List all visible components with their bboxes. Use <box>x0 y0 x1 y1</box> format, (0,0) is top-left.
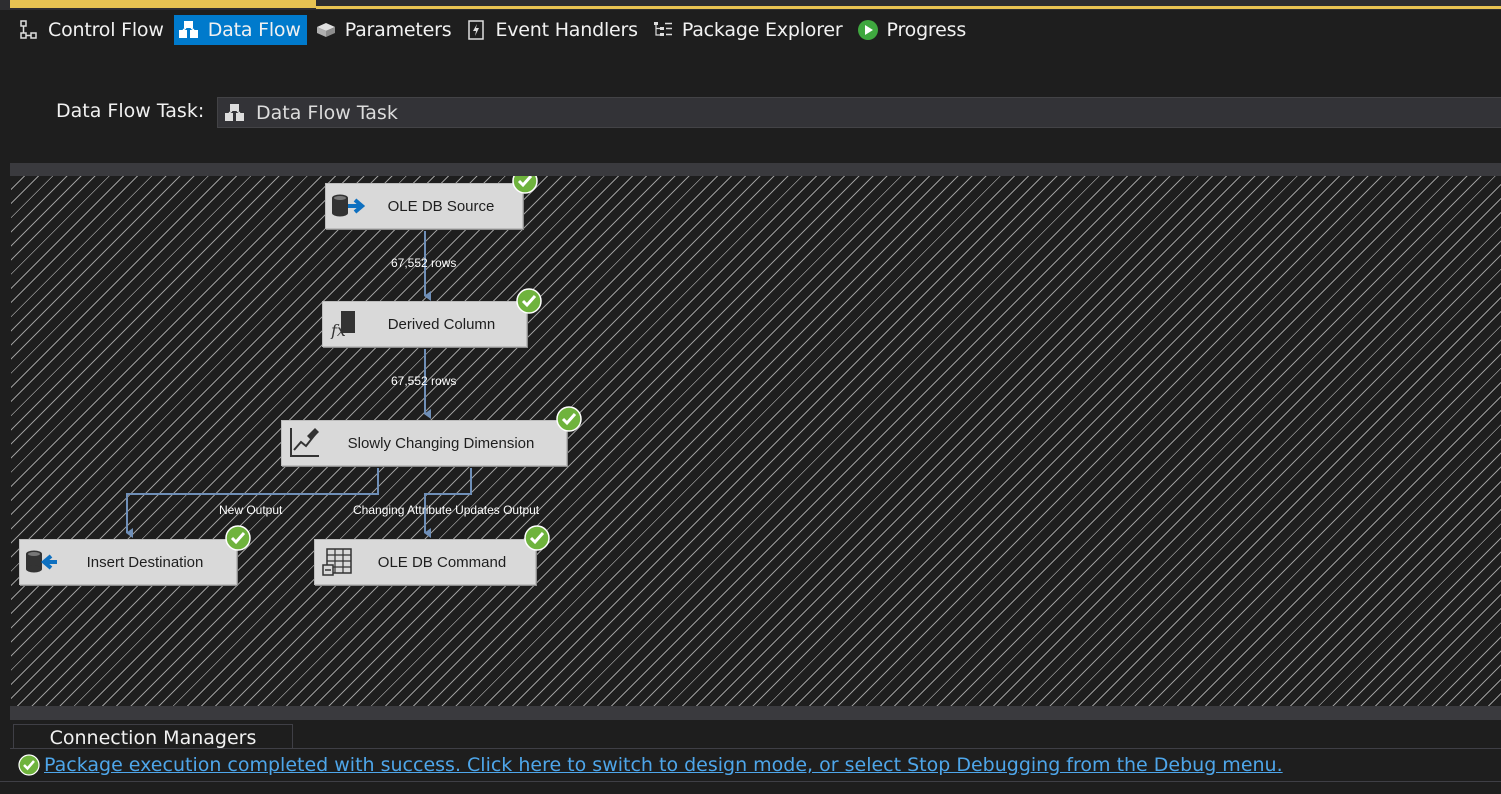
designer-separator <box>10 163 1501 176</box>
tab-label: Control Flow <box>48 19 164 41</box>
insert-destination-component[interactable]: Insert Destination <box>19 539 237 585</box>
data-flow-task-icon <box>224 103 246 123</box>
tab-label: Data Flow <box>207 19 301 41</box>
database-destination-icon <box>24 544 60 580</box>
tab-package-explorer[interactable]: Package Explorer <box>648 15 849 45</box>
tab-progress[interactable]: Progress <box>853 15 972 45</box>
tab-label: Package Explorer <box>681 19 843 41</box>
slowly-changing-dimension-component[interactable]: Slowly Changing Dimension <box>281 420 567 466</box>
ole-db-command-component[interactable]: OLE DB Command <box>314 539 536 585</box>
switch-to-design-mode-link[interactable]: Package execution completed with success… <box>44 754 1283 776</box>
window-bottom-border <box>0 781 1501 794</box>
component-label: OLE DB Source <box>387 197 495 215</box>
tab-accent-line <box>316 6 1501 9</box>
component-label: Slowly Changing Dimension <box>347 434 535 452</box>
task-selector-value: Data Flow Task <box>256 101 398 124</box>
path-new-output <box>126 468 379 538</box>
component-label: OLE DB Command <box>377 553 507 571</box>
parameters-icon <box>315 19 337 41</box>
package-explorer-icon <box>652 19 674 41</box>
success-check-icon <box>516 288 542 314</box>
derived-column-component[interactable]: fx Derived Column <box>322 301 527 347</box>
success-check-icon <box>18 754 40 776</box>
success-check-icon <box>524 525 550 551</box>
tab-label: Event Handlers <box>495 19 638 41</box>
success-check-icon <box>556 406 582 432</box>
tab-control-flow[interactable]: Control Flow <box>14 15 170 45</box>
progress-icon <box>857 19 879 41</box>
tab-event-handlers[interactable]: Event Handlers <box>461 15 643 45</box>
execution-status-bar: Package execution completed with success… <box>10 748 1501 781</box>
success-check-icon <box>512 176 538 194</box>
path-changing-output <box>424 468 472 538</box>
tab-parameters[interactable]: Parameters <box>311 15 458 45</box>
scd-chart-icon <box>286 425 322 461</box>
row-count-label: 67,552 rows <box>391 374 457 388</box>
component-label: Insert Destination <box>86 553 204 571</box>
task-selector-dropdown[interactable]: Data Flow Task <box>217 97 1501 128</box>
database-source-icon <box>330 188 366 224</box>
success-check-icon <box>225 525 251 551</box>
data-flow-paths <box>126 231 472 538</box>
data-flow-canvas[interactable]: OLE DB Source 67,552 rows fx Derived Col… <box>11 176 1501 706</box>
event-handlers-icon <box>465 19 487 41</box>
tab-label: Parameters <box>344 19 452 41</box>
control-flow-icon <box>18 19 40 41</box>
tab-data-flow[interactable]: Data Flow <box>173 15 307 45</box>
data-flow-icon <box>178 19 200 41</box>
canvas-bottom-separator <box>10 706 1501 720</box>
document-tab[interactable] <box>10 0 316 8</box>
svg-text:fx: fx <box>330 321 346 339</box>
tab-label: Progress <box>886 19 967 41</box>
output-label-new: New Output <box>219 503 283 517</box>
command-grid-icon <box>319 544 355 580</box>
task-selector-label: Data Flow Task: <box>56 100 205 122</box>
ole-db-source-component[interactable]: OLE DB Source <box>325 183 523 229</box>
connection-managers-tab[interactable]: Connection Managers <box>13 724 293 749</box>
row-count-label: 67,552 rows <box>391 256 457 270</box>
output-label-changing: Changing Attribute Updates Output <box>353 503 540 517</box>
derived-column-icon: fx <box>327 306 363 342</box>
component-label: Derived Column <box>387 315 496 333</box>
designer-tabs: Control Flow Data Flow Parameters Event … <box>14 14 976 46</box>
